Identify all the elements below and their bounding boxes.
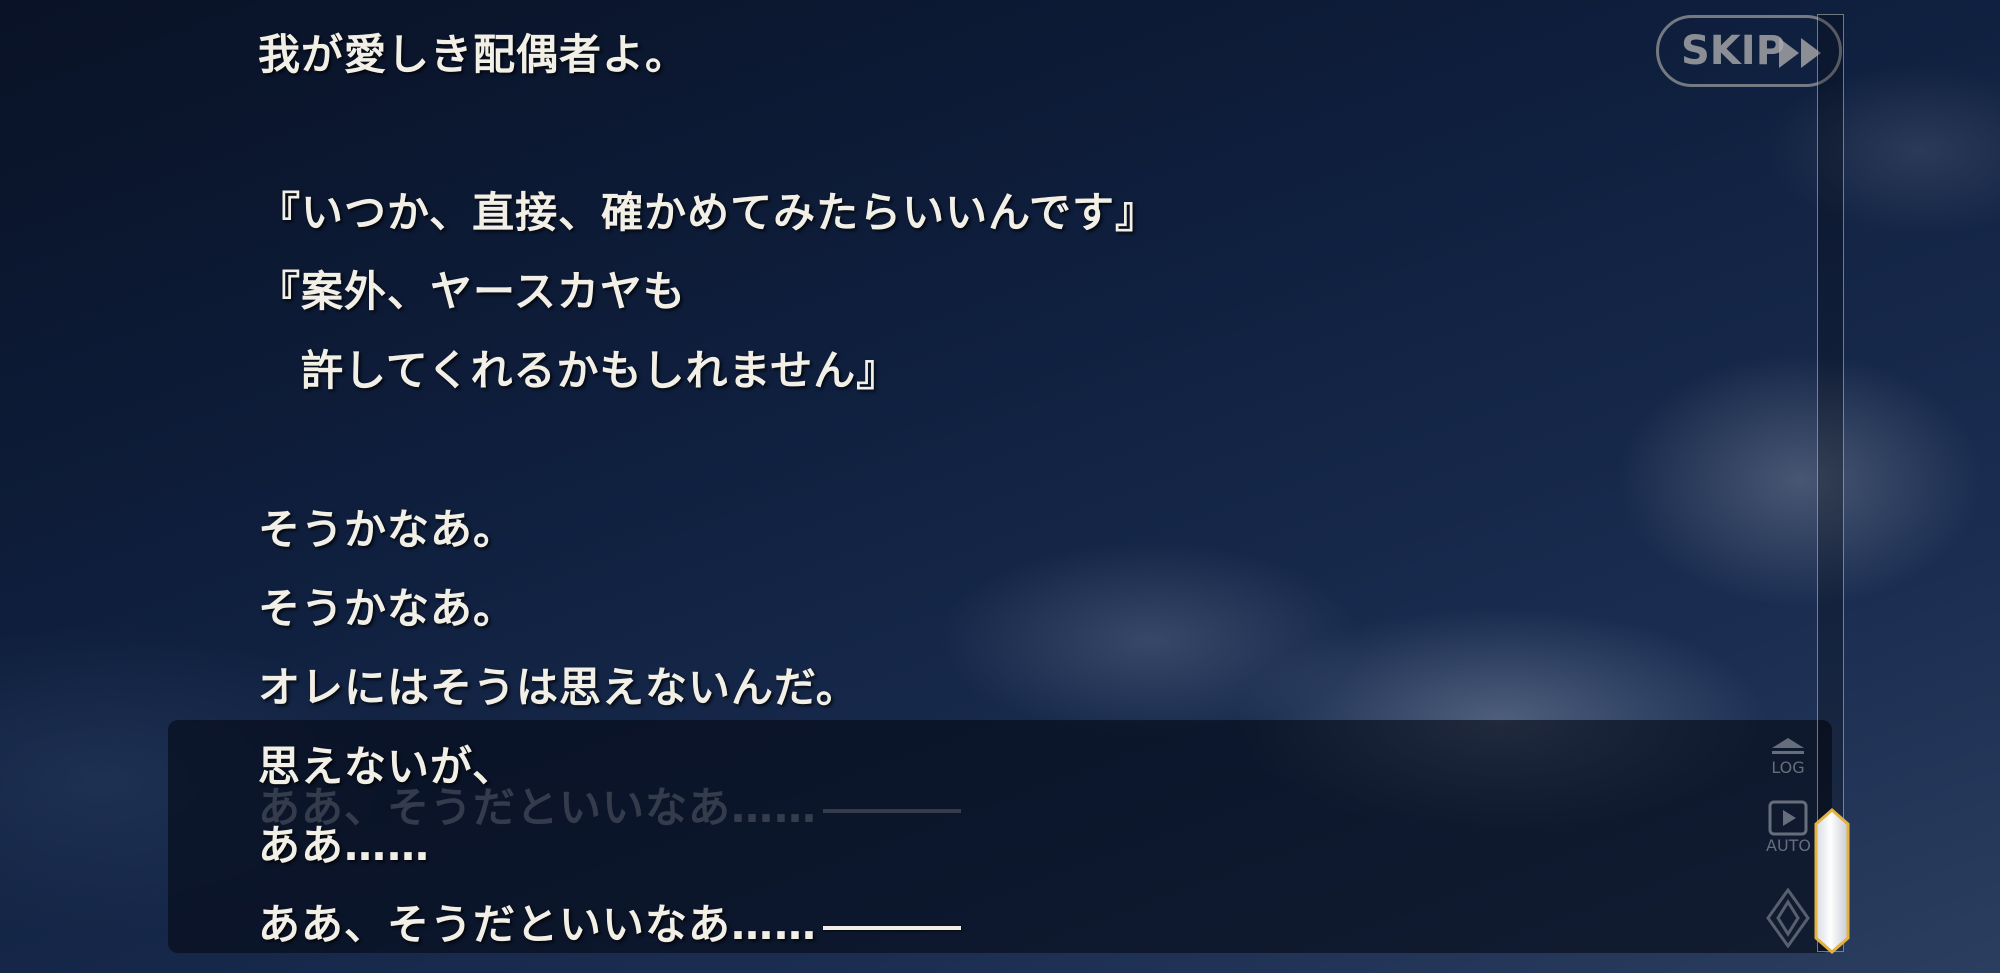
log-button[interactable]: LOG xyxy=(1766,736,1810,777)
log-label: LOG xyxy=(1771,758,1805,777)
dialogue-line: 我が愛しき配偶者よ。 xyxy=(258,30,689,79)
dialogue-line: 『いつか、直接、確かめてみたらいいんです』 xyxy=(258,188,1159,237)
log-up-icon xyxy=(1772,738,1804,754)
dialogue-line: 思えないが、 xyxy=(258,742,516,791)
dialogue-line-current: ああ、そうだといいなあ…… xyxy=(258,900,962,950)
dialogue-line: そうかなあ。 xyxy=(258,584,517,633)
play-icon xyxy=(1768,800,1808,836)
auto-button[interactable]: AUTO xyxy=(1766,800,1812,855)
dialogue-line: ああ…… xyxy=(258,821,431,870)
game-screen[interactable]: ああ、そうだといいなあ…… 我が愛しき配偶者よ。 『いつか、直接、確かめてみたら… xyxy=(0,0,2000,973)
dialogue-line: 許してくれるかもしれません』 xyxy=(258,346,900,395)
auto-label: AUTO xyxy=(1766,836,1812,855)
skip-button[interactable]: SKIP xyxy=(1656,15,1842,87)
dash-ghost xyxy=(823,808,962,813)
dash xyxy=(823,925,962,930)
dialogue-line: 『案外、ヤースカヤも xyxy=(258,267,686,316)
dialogue-line: そうかなあ。 xyxy=(258,505,517,554)
dialogue-line: オレにはそうは思えないんだ。 xyxy=(258,663,859,712)
menu-button[interactable] xyxy=(1766,888,1810,948)
skip-label: SKIP xyxy=(1681,28,1786,74)
current-line-text: ああ、そうだといいなあ…… xyxy=(258,900,818,949)
scroll-thumb-crystal-icon[interactable] xyxy=(1814,808,1850,954)
menu-diamond-icon xyxy=(1766,888,1810,948)
